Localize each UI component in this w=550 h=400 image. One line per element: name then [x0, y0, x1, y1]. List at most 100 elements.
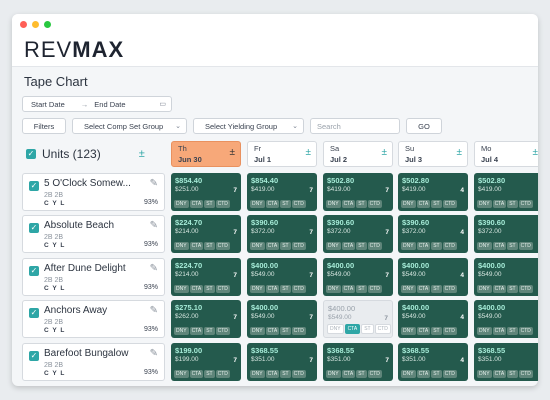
rate-tag[interactable]: DNY [174, 327, 189, 335]
rate-tag[interactable]: ST [356, 242, 367, 250]
rate-cell[interactable]: $390.60 $372.00 7 DNY CTA ST CTD [323, 215, 393, 253]
rate-tag[interactable]: ST [204, 285, 215, 293]
rate-tag[interactable]: ST [507, 285, 518, 293]
rate-tag[interactable]: CTA [416, 370, 431, 378]
rate-cell[interactable]: $400.00 $549.00 4 DNY CTA ST CTD [398, 300, 468, 338]
rate-cell[interactable]: $199.00 $199.00 7 DNY CTA ST CTD [171, 343, 241, 381]
rate-tag[interactable]: ST [204, 370, 215, 378]
rate-tag[interactable]: CTA [189, 200, 204, 208]
search-input[interactable]: Search [310, 118, 400, 134]
rate-cell[interactable]: $400.00 $549.00 DNY CTA ST CTD [474, 300, 538, 338]
rate-tag[interactable]: DNY [401, 285, 416, 293]
rate-tag[interactable]: CTA [189, 242, 204, 250]
rate-tag[interactable]: ST [507, 327, 518, 335]
rate-tag[interactable]: DNY [477, 200, 492, 208]
rate-tag[interactable]: DNY [477, 370, 492, 378]
unit-row-4[interactable]: ✓ Barefoot Bungalow ✎ 2B 2B C Y L 93% [22, 343, 165, 381]
rate-tag[interactable]: DNY [401, 242, 416, 250]
rate-tag[interactable]: ST [280, 200, 291, 208]
rate-tag[interactable]: ST [204, 242, 215, 250]
rate-tag[interactable]: DNY [174, 370, 189, 378]
rate-tag[interactable]: CTA [416, 327, 431, 335]
rate-cell[interactable]: $854.40 $419.00 7 DNY CTA ST CTD [247, 173, 317, 211]
rate-tag[interactable]: DNY [477, 285, 492, 293]
close-dot[interactable] [20, 20, 27, 28]
rate-cell[interactable]: $502.80 $419.00 7 DNY CTA ST CTD [323, 173, 393, 211]
rate-tag[interactable]: CTA [416, 200, 431, 208]
rate-cell[interactable]: $368.55 $351.00 4 DNY CTA ST CTD [398, 343, 468, 381]
rate-tag[interactable]: DNY [326, 242, 341, 250]
rate-cell[interactable]: $400.00 $549.00 7 DNY CTA ST CTD [323, 300, 393, 338]
day-header-1[interactable]: Fr Jul 1 ± [247, 141, 317, 167]
rate-tag[interactable]: CTD [291, 200, 306, 208]
rate-tag[interactable]: CTD [215, 285, 230, 293]
rate-tag[interactable]: CTD [291, 242, 306, 250]
rate-cell[interactable]: $368.55 $351.00 DNY CTA ST CTD [474, 343, 538, 381]
day-header-0[interactable]: Th Jun 30 ± [171, 141, 241, 167]
rate-tag[interactable]: ST [431, 370, 442, 378]
date-range-input[interactable]: Start Date → End Date ▭ [22, 96, 172, 112]
unit-name[interactable]: Barefoot Bungalow [44, 348, 144, 359]
rate-cell[interactable]: $275.10 $262.00 7 DNY CTA ST CTD [171, 300, 241, 338]
select-all-checkbox[interactable]: ✓ [26, 149, 36, 159]
rate-tag[interactable]: CTD [518, 200, 533, 208]
rate-cell[interactable]: $390.60 $372.00 DNY CTA ST CTD [474, 215, 538, 253]
rate-cell[interactable]: $502.80 $419.00 DNY CTA ST CTD [474, 173, 538, 211]
rate-tag[interactable]: CTD [215, 370, 230, 378]
rate-tag[interactable]: CTA [189, 327, 204, 335]
rate-tag[interactable]: CTA [416, 242, 431, 250]
rate-cell[interactable]: $400.00 $549.00 7 DNY CTA ST CTD [247, 300, 317, 338]
rate-tag[interactable]: ST [280, 327, 291, 335]
rate-tag[interactable]: CTA [492, 285, 507, 293]
rate-tag[interactable]: CTD [518, 242, 533, 250]
rate-cell[interactable]: $400.00 $549.00 7 DNY CTA ST CTD [323, 258, 393, 296]
day-add-icon[interactable]: ± [533, 147, 539, 158]
rate-tag[interactable]: ST [204, 200, 215, 208]
rate-tag[interactable]: CTA [341, 285, 356, 293]
rate-tag[interactable]: DNY [174, 200, 189, 208]
rate-tag[interactable]: CTA [265, 327, 280, 335]
go-button[interactable]: GO [406, 118, 442, 134]
rate-tag[interactable]: CTA [492, 242, 507, 250]
unit-checkbox[interactable]: ✓ [29, 181, 39, 191]
rate-tag[interactable]: ST [356, 285, 367, 293]
rate-tag[interactable]: CTD [215, 242, 230, 250]
rate-tag[interactable]: CTD [215, 327, 230, 335]
rate-cell[interactable]: $368.55 $351.00 7 DNY CTA ST CTD [323, 343, 393, 381]
rate-tag[interactable]: CTD [215, 200, 230, 208]
rate-tag[interactable]: ST [431, 242, 442, 250]
rate-tag[interactable]: CTD [442, 285, 457, 293]
unit-row-3[interactable]: ✓ Anchors Away ✎ 2B 2B C Y L 93% [22, 300, 165, 338]
rate-tag[interactable]: DNY [250, 242, 265, 250]
rate-tag[interactable]: CTD [442, 242, 457, 250]
rate-cell[interactable]: $854.40 $251.00 7 DNY CTA ST CTD [171, 173, 241, 211]
rate-tag[interactable]: CTD [374, 324, 391, 334]
rate-tag[interactable]: DNY [401, 200, 416, 208]
rate-tag[interactable]: DNY [250, 327, 265, 335]
rate-tag[interactable]: CTD [442, 370, 457, 378]
units-add-icon[interactable]: ± [139, 148, 145, 160]
rate-tag[interactable]: DNY [326, 285, 341, 293]
rate-tag[interactable]: CTA [265, 242, 280, 250]
rate-tag[interactable]: ST [204, 327, 215, 335]
rate-tag[interactable]: CTD [291, 370, 306, 378]
unit-checkbox[interactable]: ✓ [29, 223, 39, 233]
day-header-2[interactable]: Sa Jul 2 ± [323, 141, 393, 167]
rate-tag[interactable]: DNY [250, 200, 265, 208]
rate-tag[interactable]: ST [356, 370, 367, 378]
unit-row-0[interactable]: ✓ 5 O'Clock Somew... ✎ 2B 2B C Y L 93% [22, 173, 165, 211]
rate-tag[interactable]: CTD [442, 327, 457, 335]
rate-tag[interactable]: CTA [189, 370, 204, 378]
rate-tag[interactable]: ST [507, 200, 518, 208]
rate-tag[interactable]: DNY [250, 370, 265, 378]
rate-tag[interactable]: ST [280, 370, 291, 378]
rate-tag[interactable]: CTA [341, 200, 356, 208]
unit-checkbox[interactable]: ✓ [29, 308, 39, 318]
rate-cell[interactable]: $224.70 $214.00 7 DNY CTA ST CTD [171, 258, 241, 296]
rate-tag[interactable]: CTD [518, 327, 533, 335]
unit-checkbox[interactable]: ✓ [29, 351, 39, 361]
rate-tag[interactable]: ST [431, 285, 442, 293]
unit-checkbox[interactable]: ✓ [29, 266, 39, 276]
rate-tag[interactable]: DNY [250, 285, 265, 293]
rate-tag[interactable]: CTD [367, 200, 382, 208]
